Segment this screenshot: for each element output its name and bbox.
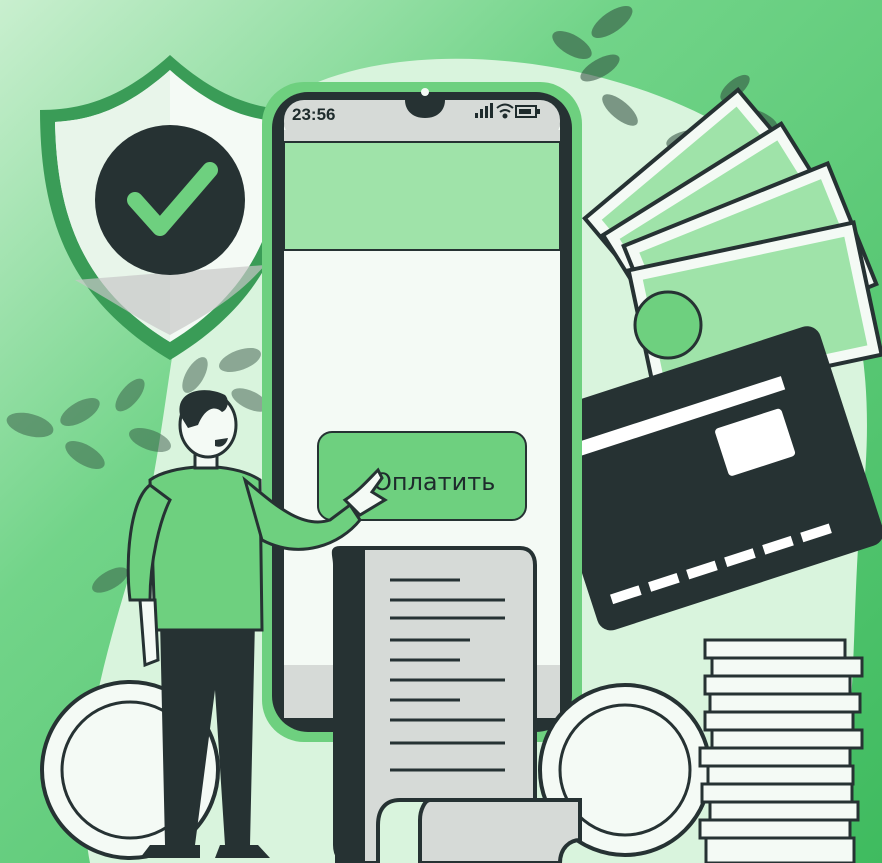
payment-illustration: 23:56 Оплатить xyxy=(0,0,882,863)
phone-header-banner xyxy=(283,141,561,251)
coin-stack xyxy=(698,638,864,863)
pay-button-label: Оплатить xyxy=(373,468,495,496)
status-time: 23:56 xyxy=(292,105,335,124)
